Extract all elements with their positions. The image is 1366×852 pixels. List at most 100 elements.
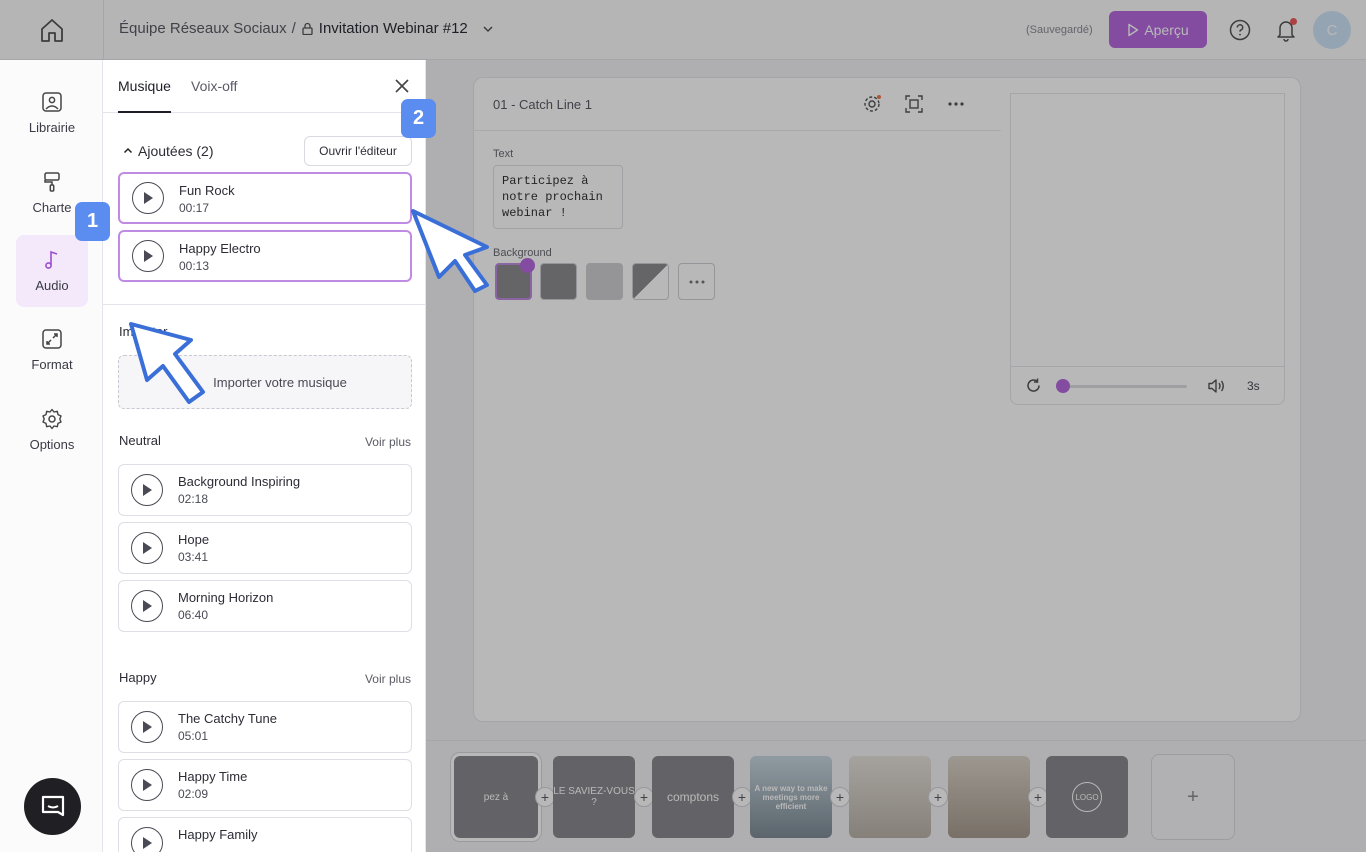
scrubber-handle[interactable] (1056, 379, 1070, 393)
topbar-divider (103, 0, 104, 60)
image-icon (42, 92, 62, 112)
background-label: Background (493, 247, 552, 259)
insert-slide-button[interactable]: + (1028, 787, 1048, 807)
insert-slide-button[interactable]: + (732, 787, 752, 807)
added-track-happy-electro[interactable]: Happy Electro 00:13 (118, 230, 412, 282)
play-icon[interactable] (131, 590, 163, 622)
track-row[interactable]: Morning Horizon 06:40 (118, 580, 412, 632)
timeline-thumb[interactable]: LOGO (1046, 756, 1128, 838)
timeline-thumb[interactable]: LE SAVIEZ-VOUS ? (553, 756, 635, 838)
see-more-link[interactable]: Voir plus (365, 435, 411, 449)
project-title[interactable]: Invitation Webinar #12 (319, 20, 468, 37)
timeline-thumb[interactable] (849, 756, 931, 838)
play-icon[interactable] (131, 711, 163, 743)
thumb-text: LOGO (1072, 782, 1102, 812)
insert-slide-button[interactable]: + (830, 787, 850, 807)
track-row[interactable]: Hope 03:41 (118, 522, 412, 574)
close-icon[interactable] (393, 77, 411, 95)
tab-voiceover[interactable]: Voix-off (191, 78, 237, 94)
scene-text-input[interactable]: Participez à notre prochain webinar ! (493, 165, 623, 229)
step-badge-2: 2 (401, 99, 436, 138)
see-more-link[interactable]: Voir plus (365, 672, 411, 686)
scene-title: 01 - Catch Line 1 (493, 97, 593, 112)
thumb-text: LE SAVIEZ-VOUS ? (553, 786, 635, 808)
chevron-up-icon (123, 147, 133, 154)
preview-scrubber[interactable] (1063, 385, 1187, 388)
track-name: Hope (178, 532, 210, 547)
avatar[interactable]: C (1313, 11, 1351, 49)
paint-roller-icon (44, 172, 60, 192)
play-icon[interactable] (131, 769, 163, 801)
import-section-title: Importer (119, 324, 168, 339)
track-row[interactable]: The Catchy Tune 05:01 (118, 701, 412, 753)
play-icon[interactable] (131, 827, 163, 852)
happy-section-title: Happy (119, 670, 157, 685)
left-nav: Librairie Charte Audio Format Options (0, 60, 103, 852)
thumb-text: pez à (483, 791, 509, 803)
saved-status: (Sauvegardé) (1026, 24, 1093, 36)
import-music-label: Importer votre musique (213, 374, 347, 390)
nav-label: Librairie (28, 120, 76, 135)
scan-icon[interactable] (904, 94, 924, 114)
nav-item-format[interactable]: Format (16, 314, 88, 386)
chevron-down-icon[interactable] (481, 22, 495, 36)
timeline-thumb[interactable] (948, 756, 1030, 838)
play-icon[interactable] (132, 182, 164, 214)
background-swatch-pattern[interactable] (586, 263, 623, 300)
thumb-text: A new way to make meetings more efficien… (754, 783, 828, 811)
chat-launcher-button[interactable] (24, 778, 81, 835)
volume-icon[interactable] (1207, 378, 1225, 394)
timeline-thumb[interactable]: A new way to make meetings more efficien… (750, 756, 832, 838)
track-row[interactable]: Happy Time 02:09 (118, 759, 412, 811)
nav-item-library[interactable]: Librairie (16, 77, 88, 149)
insert-slide-button[interactable]: + (535, 787, 555, 807)
tab-music[interactable]: Musique (118, 78, 171, 94)
nav-item-audio[interactable]: Audio (16, 235, 88, 307)
add-slide-button[interactable]: + (1151, 754, 1235, 840)
thumb-text: comptons (666, 790, 720, 804)
nav-label: Options (29, 437, 75, 452)
open-editor-button[interactable]: Ouvrir l'éditeur (304, 136, 412, 166)
panel-divider (103, 304, 425, 305)
background-swatch-shape[interactable] (632, 263, 669, 300)
notification-dot (1290, 18, 1297, 25)
track-duration: 06:40 (178, 608, 209, 622)
track-duration: 05:01 (178, 729, 209, 743)
play-icon[interactable] (132, 240, 164, 272)
added-track-fun-rock[interactable]: Fun Rock 00:17 (118, 172, 412, 224)
more-backgrounds-button[interactable] (678, 263, 715, 300)
more-horizontal-icon[interactable] (946, 94, 966, 114)
added-section-header[interactable]: Ajoutées (2) (123, 143, 213, 159)
help-icon[interactable] (1229, 19, 1251, 41)
play-icon[interactable] (131, 474, 163, 506)
play-icon[interactable] (131, 532, 163, 564)
track-row[interactable]: Background Inspiring 02:18 (118, 464, 412, 516)
preview-button[interactable]: Aperçu (1109, 11, 1207, 48)
replay-icon[interactable] (1025, 377, 1042, 394)
breadcrumb-team[interactable]: Équipe Réseaux Sociaux (119, 20, 287, 37)
audio-panel: Musique Voix-off Ajoutées (2) Ouvrir l'é… (103, 60, 426, 852)
insert-slide-button[interactable]: + (928, 787, 948, 807)
neutral-section-title: Neutral (119, 433, 161, 448)
track-row[interactable]: Happy Family (118, 817, 412, 852)
lock-icon (302, 22, 313, 35)
track-name: Fun Rock (179, 183, 235, 198)
track-name: Happy Family (178, 827, 258, 842)
nav-item-options[interactable]: Options (16, 394, 88, 466)
timeline-thumb[interactable]: pez à (451, 753, 541, 841)
track-name: Background Inspiring (178, 474, 301, 489)
text-field-label: Text (493, 148, 514, 160)
background-swatch-plain[interactable] (540, 263, 577, 300)
preview-text: Participez (1072, 210, 1223, 249)
track-name: Morning Horizon (178, 590, 274, 605)
timeline-thumb[interactable]: comptons (652, 756, 734, 838)
insert-slide-button[interactable]: + (634, 787, 654, 807)
breadcrumb: Équipe Réseaux Sociaux / Invitation Webi… (119, 20, 495, 37)
settings-icon[interactable] (862, 94, 882, 114)
top-bar: Équipe Réseaux Sociaux / Invitation Webi… (0, 0, 1366, 60)
card-header-divider (473, 130, 1001, 131)
import-music-dropzone[interactable]: Importer votre musique (118, 355, 412, 409)
home-icon[interactable] (38, 17, 66, 43)
check-icon (520, 258, 535, 273)
preview-duration: 3s (1247, 379, 1260, 393)
